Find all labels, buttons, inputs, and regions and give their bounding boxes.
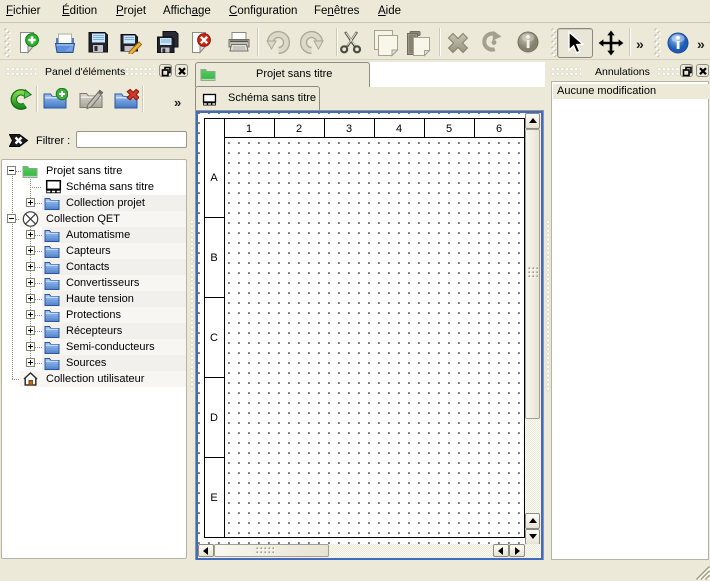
svg-text:2: 2 — [296, 123, 302, 135]
svg-text:D: D — [210, 412, 218, 424]
svg-text:6: 6 — [496, 123, 502, 135]
svg-text:3: 3 — [346, 123, 352, 135]
svg-text:A: A — [210, 172, 218, 184]
svg-text:B: B — [210, 252, 217, 264]
svg-text:1: 1 — [246, 123, 252, 135]
svg-text:4: 4 — [396, 123, 402, 135]
svg-text:E: E — [210, 492, 217, 504]
svg-text:C: C — [210, 332, 218, 344]
svg-text:5: 5 — [446, 123, 452, 135]
